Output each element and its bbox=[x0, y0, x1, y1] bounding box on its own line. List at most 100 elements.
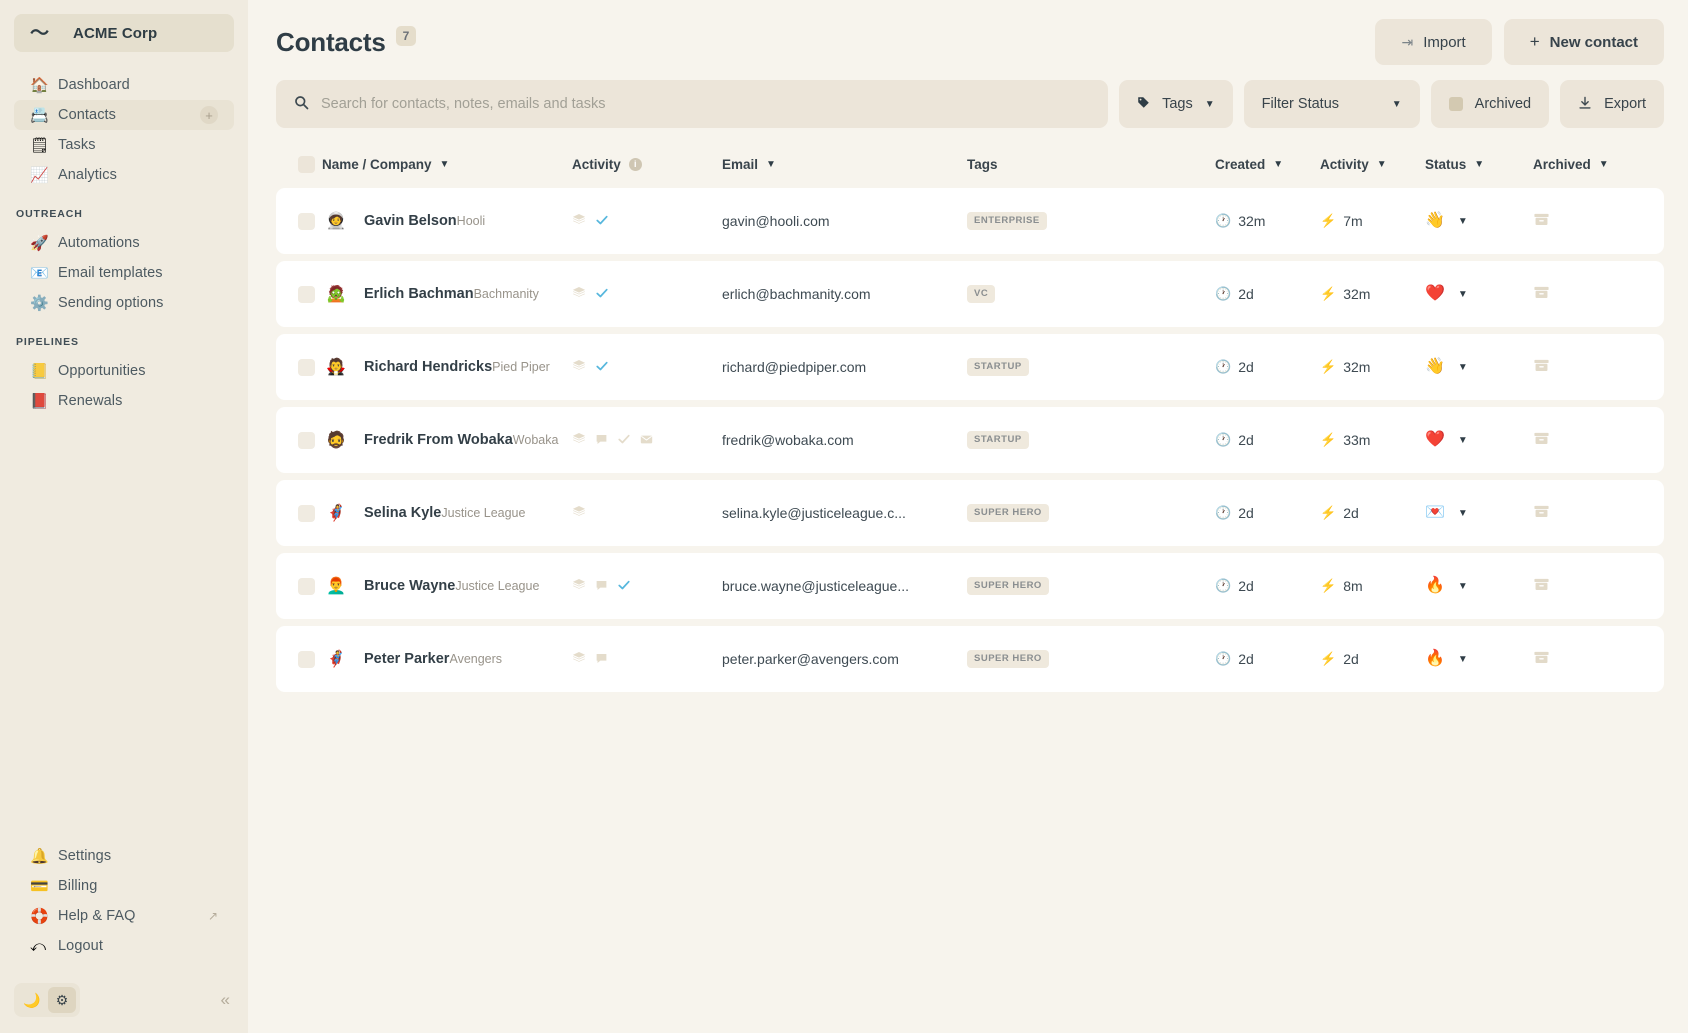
column-header-email[interactable]: Email ▼ bbox=[722, 157, 967, 172]
archive-cell[interactable] bbox=[1533, 357, 1628, 378]
dark-mode-icon[interactable]: 🌙 bbox=[18, 987, 46, 1013]
archive-icon[interactable] bbox=[1533, 284, 1550, 305]
table-row[interactable]: 🧟 Erlich BachmanBachmanity erlich@bachmani… bbox=[276, 261, 1664, 327]
sidebar-item-sending-options[interactable]: ⚙️ Sending options bbox=[14, 288, 234, 318]
new-contact-button[interactable]: + New contact bbox=[1503, 19, 1664, 65]
table-row[interactable]: 👨‍🦰 Bruce WayneJustice League bruce.wayne@… bbox=[276, 553, 1664, 619]
status-cell[interactable]: 💌 ▼ bbox=[1425, 505, 1533, 521]
archive-icon[interactable] bbox=[1533, 211, 1550, 232]
search-input[interactable] bbox=[321, 96, 1091, 112]
contact-name-cell[interactable]: 🧑‍🚀 Gavin BelsonHooli bbox=[322, 207, 572, 235]
contact-name-cell[interactable]: 👨‍🦰 Bruce WayneJustice League bbox=[322, 572, 572, 600]
sidebar-item-logout[interactable]: ⤺ Logout bbox=[14, 931, 234, 961]
archive-icon[interactable] bbox=[1533, 503, 1550, 524]
status-cell[interactable]: 🔥 ▼ bbox=[1425, 651, 1533, 667]
select-all-checkbox[interactable] bbox=[298, 155, 315, 173]
contact-name-cell[interactable]: 🧔 Fredrik From WobakaWobaka bbox=[322, 426, 572, 454]
archive-cell[interactable] bbox=[1533, 503, 1628, 524]
add-contact-inline-icon[interactable]: + bbox=[200, 106, 218, 124]
sidebar-item-dashboard[interactable]: 🏠 Dashboard bbox=[14, 70, 234, 100]
archive-cell[interactable] bbox=[1533, 284, 1628, 305]
row-checkbox[interactable] bbox=[298, 650, 315, 668]
table-row[interactable]: 🦸 Peter ParkerAvengers peter.parker@avenge… bbox=[276, 626, 1664, 692]
status-cell[interactable]: ❤️ ▼ bbox=[1425, 432, 1533, 448]
sidebar-item-automations[interactable]: 🚀 Automations bbox=[14, 228, 234, 258]
search-box[interactable] bbox=[276, 80, 1109, 128]
email-cell[interactable]: bruce.wayne@justiceleague... bbox=[722, 578, 967, 594]
email-cell[interactable]: selina.kyle@justiceleague.c... bbox=[722, 505, 967, 521]
sidebar-item-contacts[interactable]: 📇 Contacts + bbox=[14, 100, 234, 130]
chevron-down-icon[interactable]: ▼ bbox=[1458, 362, 1468, 373]
row-checkbox[interactable] bbox=[298, 577, 315, 595]
contact-name-cell[interactable]: 🧛 Richard HendricksPied Piper bbox=[322, 353, 572, 381]
table-row[interactable]: 🧔 Fredrik From WobakaWobaka fredrik@wobaka… bbox=[276, 407, 1664, 473]
sidebar-item-billing[interactable]: 💳 Billing bbox=[14, 871, 234, 901]
chevron-down-icon[interactable]: ▼ bbox=[1458, 581, 1468, 592]
column-header-last-activity[interactable]: Activity ▼ bbox=[1320, 157, 1425, 172]
status-cell[interactable]: ❤️ ▼ bbox=[1425, 286, 1533, 302]
export-button[interactable]: Export bbox=[1560, 80, 1664, 128]
tag-chip[interactable]: SUPER HERO bbox=[967, 504, 1049, 522]
chevron-down-icon[interactable]: ▼ bbox=[1458, 216, 1468, 227]
table-row[interactable]: 🧑‍🚀 Gavin BelsonHooli gavin@hooli.com ENTER… bbox=[276, 188, 1664, 254]
column-header-name[interactable]: Name / Company ▼ bbox=[322, 157, 572, 172]
chevron-down-icon[interactable]: ▼ bbox=[1458, 508, 1468, 519]
archive-icon[interactable] bbox=[1533, 430, 1550, 451]
status-badge: 👋 bbox=[1425, 212, 1445, 229]
sidebar-item-help-faq[interactable]: 🛟 Help & FAQ ↗ bbox=[14, 901, 234, 931]
sidebar-item-settings[interactable]: 🔔 Settings bbox=[14, 841, 234, 871]
status-cell[interactable]: 🔥 ▼ bbox=[1425, 578, 1533, 594]
email-cell[interactable]: gavin@hooli.com bbox=[722, 213, 967, 229]
sidebar-item-analytics[interactable]: 📈 Analytics bbox=[14, 160, 234, 190]
archive-cell[interactable] bbox=[1533, 649, 1628, 670]
status-cell[interactable]: 👋 ▼ bbox=[1425, 213, 1533, 229]
tags-filter-dropdown[interactable]: Tags ▼ bbox=[1119, 80, 1233, 128]
theme-toggle-group[interactable]: 🌙 ⚙ bbox=[14, 983, 80, 1017]
chevron-down-icon[interactable]: ▼ bbox=[1458, 289, 1468, 300]
email-cell[interactable]: erlich@bachmanity.com bbox=[722, 286, 967, 302]
archive-icon[interactable] bbox=[1533, 649, 1550, 670]
tag-chip[interactable]: STARTUP bbox=[967, 431, 1029, 449]
tag-chip[interactable]: ENTERPRISE bbox=[967, 212, 1047, 230]
column-header-archived[interactable]: Archived ▼ bbox=[1533, 157, 1628, 172]
archive-cell[interactable] bbox=[1533, 211, 1628, 232]
info-icon[interactable]: i bbox=[628, 157, 642, 171]
email-cell[interactable]: fredrik@wobaka.com bbox=[722, 432, 967, 448]
row-checkbox[interactable] bbox=[298, 431, 315, 449]
chat-bubble-icon bbox=[595, 579, 608, 594]
archive-cell[interactable] bbox=[1533, 430, 1628, 451]
sidebar-item-opportunities[interactable]: 📒 Opportunities bbox=[14, 356, 234, 386]
sidebar-item-email-templates[interactable]: 📧 Email templates bbox=[14, 258, 234, 288]
table-row[interactable]: 🦸‍♀️ Selina KyleJustice League selina.kyle… bbox=[276, 480, 1664, 546]
brand-workspace-switcher[interactable]: 〜 ACME Corp bbox=[14, 14, 234, 52]
email-cell[interactable]: richard@piedpiper.com bbox=[722, 359, 967, 375]
row-checkbox[interactable] bbox=[298, 285, 315, 303]
archive-icon[interactable] bbox=[1533, 357, 1550, 378]
tag-chip[interactable]: SUPER HERO bbox=[967, 650, 1049, 668]
row-checkbox[interactable] bbox=[298, 504, 315, 522]
status-cell[interactable]: 👋 ▼ bbox=[1425, 359, 1533, 375]
archived-filter-toggle[interactable]: Archived bbox=[1430, 80, 1550, 128]
contact-name-cell[interactable]: 🦸 Peter ParkerAvengers bbox=[322, 645, 572, 673]
archive-icon[interactable] bbox=[1533, 576, 1550, 597]
column-header-created[interactable]: Created ▼ bbox=[1215, 157, 1320, 172]
sidebar-item-renewals[interactable]: 📕 Renewals bbox=[14, 386, 234, 416]
row-checkbox[interactable] bbox=[298, 358, 315, 376]
theme-gear-icon[interactable]: ⚙ bbox=[48, 987, 76, 1013]
archive-cell[interactable] bbox=[1533, 576, 1628, 597]
column-header-status[interactable]: Status ▼ bbox=[1425, 157, 1533, 172]
tag-chip[interactable]: VC bbox=[967, 285, 996, 303]
import-button[interactable]: ⇥ Import bbox=[1375, 19, 1492, 65]
sidebar-item-tasks[interactable]: 🗒 Tasks bbox=[14, 130, 234, 160]
contact-name-cell[interactable]: 🧟 Erlich BachmanBachmanity bbox=[322, 280, 572, 308]
table-row[interactable]: 🧛 Richard HendricksPied Piper richard@pied… bbox=[276, 334, 1664, 400]
chevron-down-icon[interactable]: ▼ bbox=[1458, 435, 1468, 446]
row-checkbox[interactable] bbox=[298, 212, 315, 230]
email-cell[interactable]: peter.parker@avengers.com bbox=[722, 651, 967, 667]
chevron-down-icon[interactable]: ▼ bbox=[1458, 654, 1468, 665]
collapse-sidebar-icon[interactable]: « bbox=[221, 990, 234, 1010]
contact-name-cell[interactable]: 🦸‍♀️ Selina KyleJustice League bbox=[322, 499, 572, 527]
tag-chip[interactable]: STARTUP bbox=[967, 358, 1029, 376]
tag-chip[interactable]: SUPER HERO bbox=[967, 577, 1049, 595]
status-filter-dropdown[interactable]: Filter Status ▼ bbox=[1243, 80, 1420, 128]
